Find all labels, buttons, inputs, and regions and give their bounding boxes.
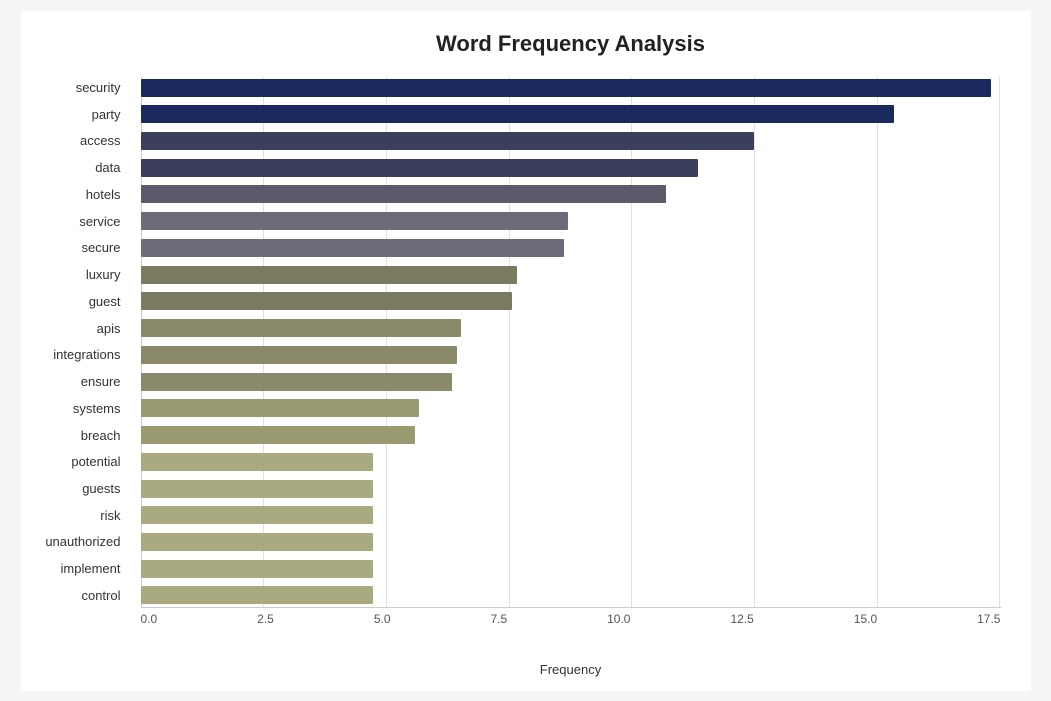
bar-row: data: [141, 157, 1001, 179]
bar-fill: [141, 105, 894, 123]
bar-fill: [141, 560, 373, 578]
bar-label: service: [21, 214, 131, 229]
chart-title: Word Frequency Analysis: [141, 31, 1001, 57]
bar-row: ensure: [141, 371, 1001, 393]
bar-fill: [141, 586, 373, 604]
bar-label: systems: [21, 401, 131, 416]
bar-row: implement: [141, 558, 1001, 580]
bar-fill: [141, 373, 452, 391]
bar-label: hotels: [21, 187, 131, 202]
bar-label: access: [21, 133, 131, 148]
bar-fill: [141, 79, 992, 97]
bar-row: systems: [141, 397, 1001, 419]
bar-label: secure: [21, 240, 131, 255]
bar-label: unauthorized: [21, 534, 131, 549]
bar-row: guest: [141, 290, 1001, 312]
bar-row: risk: [141, 504, 1001, 526]
x-axis-label: Frequency: [141, 662, 1001, 677]
bar-label: apis: [21, 321, 131, 336]
chart-container: Word Frequency Analysis security party acc…: [21, 11, 1031, 691]
bar-label: integrations: [21, 347, 131, 362]
bar-fill: [141, 239, 564, 257]
bar-row: guests: [141, 478, 1001, 500]
bar-label: control: [21, 588, 131, 603]
bar-fill: [141, 319, 462, 337]
bar-label: party: [21, 107, 131, 122]
bar-row: breach: [141, 424, 1001, 446]
bar-row: party: [141, 103, 1001, 125]
x-tick: 7.5: [490, 612, 507, 626]
bar-label: guest: [21, 294, 131, 309]
x-tick: 2.5: [257, 612, 274, 626]
x-tick: 17.5: [977, 612, 1000, 626]
bar-fill: [141, 399, 420, 417]
x-tick: 10.0: [607, 612, 630, 626]
bar-label: luxury: [21, 267, 131, 282]
bar-row: unauthorized: [141, 531, 1001, 553]
bar-row: service: [141, 210, 1001, 232]
bar-row: secure: [141, 237, 1001, 259]
bar-fill: [141, 185, 666, 203]
bar-fill: [141, 426, 415, 444]
x-axis: 0.0 2.5 5.0 7.5 10.0 12.5 15.0 17.5: [141, 607, 1001, 637]
x-tick: 5.0: [374, 612, 391, 626]
bar-label: security: [21, 80, 131, 95]
bar-fill: [141, 266, 518, 284]
bar-fill: [141, 159, 699, 177]
bar-row: control: [141, 584, 1001, 606]
x-ticks: 0.0 2.5 5.0 7.5 10.0 12.5 15.0 17.5: [141, 607, 1001, 626]
chart-area: security party access data hotels service secu…: [141, 77, 1001, 637]
bar-row: hotels: [141, 183, 1001, 205]
x-tick: 15.0: [854, 612, 877, 626]
bar-row: potential: [141, 451, 1001, 473]
x-tick: 0.0: [141, 612, 158, 626]
bar-fill: [141, 506, 373, 524]
bar-row: apis: [141, 317, 1001, 339]
bar-row: luxury: [141, 264, 1001, 286]
bars-wrapper: security party access data hotels service secu…: [141, 77, 1001, 607]
bar-fill: [141, 132, 755, 150]
bar-label: guests: [21, 481, 131, 496]
bar-fill: [141, 480, 373, 498]
bar-fill: [141, 346, 457, 364]
bar-label: data: [21, 160, 131, 175]
bar-label: potential: [21, 454, 131, 469]
bar-label: ensure: [21, 374, 131, 389]
bar-fill: [141, 292, 513, 310]
bar-fill: [141, 453, 373, 471]
bar-label: implement: [21, 561, 131, 576]
x-tick: 12.5: [730, 612, 753, 626]
bar-row: access: [141, 130, 1001, 152]
bar-label: risk: [21, 508, 131, 523]
bar-row: security: [141, 77, 1001, 99]
bar-fill: [141, 533, 373, 551]
bar-label: breach: [21, 428, 131, 443]
bar-row: integrations: [141, 344, 1001, 366]
bar-fill: [141, 212, 569, 230]
